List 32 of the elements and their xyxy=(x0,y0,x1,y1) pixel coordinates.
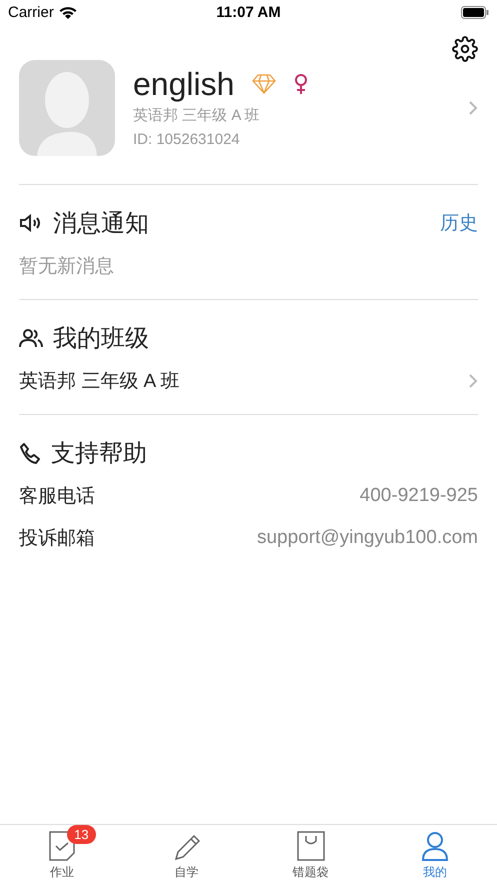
people-icon xyxy=(19,328,43,348)
speaker-icon xyxy=(19,213,43,233)
count-badge: 13 xyxy=(67,825,96,844)
contact-label: 投诉邮箱 xyxy=(19,527,95,551)
tab-item[interactable]: 我的 xyxy=(372,825,497,883)
settings-icon[interactable] xyxy=(452,36,478,62)
user-id: ID: 1052631024 xyxy=(133,130,241,150)
history-link[interactable]: 历史 xyxy=(440,210,478,236)
contact-value: support@yingyub100.com xyxy=(256,527,478,549)
contact-label: 客服电话 xyxy=(19,485,95,509)
tab-item[interactable]: 错题袋 xyxy=(248,825,373,883)
empty-message: 暂无新消息 xyxy=(19,255,114,279)
phone-icon xyxy=(19,442,41,464)
class-name: 英语邦 三年级 A 班 xyxy=(133,106,261,126)
clock-time: 11:07 AM xyxy=(216,4,281,21)
user-name: english xyxy=(133,66,234,102)
class-item[interactable]: 英语邦 三年级 A 班 xyxy=(19,368,180,394)
tab-item[interactable]: 自学 xyxy=(124,825,248,883)
chevron-icon xyxy=(468,100,478,116)
wifi-icon xyxy=(58,6,77,19)
carrier-text: Carrier xyxy=(8,4,54,21)
section-title: 我的班级 xyxy=(53,324,150,354)
contact-value: 400-9219-925 xyxy=(360,485,478,507)
tab-item[interactable]: 13 作业 xyxy=(0,825,124,883)
female-icon xyxy=(294,73,308,95)
bag-icon xyxy=(296,831,325,861)
diamond-icon xyxy=(252,74,276,94)
section-title: 消息通知 xyxy=(53,209,150,239)
section-title: 支持帮助 xyxy=(51,439,148,469)
battery-icon xyxy=(461,6,489,19)
chevron-icon xyxy=(468,373,478,389)
user-icon xyxy=(420,831,449,861)
